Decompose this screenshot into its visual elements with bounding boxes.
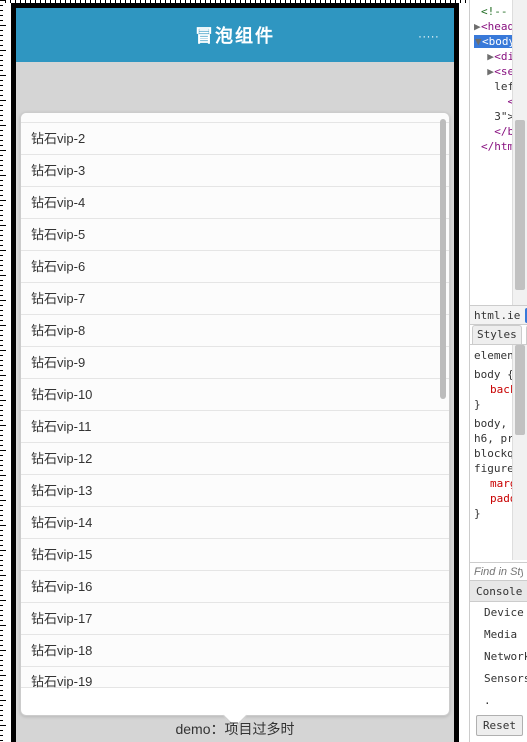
console-label: Console: [476, 585, 522, 598]
demo-caption-text: demo：项目过多时: [175, 719, 294, 739]
list-item[interactable]: 钻石vip-4: [21, 187, 449, 219]
breadcrumb-item[interactable]: html.ie: [470, 309, 524, 322]
dom-scrollbar[interactable]: [512, 0, 527, 305]
styles-scrollbar-thumb[interactable]: [515, 345, 525, 435]
list-item[interactable]: 钻石vip-6: [21, 251, 449, 283]
console-drawer-tab[interactable]: Console: [470, 580, 527, 602]
app-header: 冒泡组件 .....: [16, 8, 454, 62]
list-item[interactable]: 钻石vip-10: [21, 379, 449, 411]
list-item[interactable]: 钻石vip-18: [21, 635, 449, 667]
find-in-styles-input[interactable]: [470, 563, 527, 581]
devtools-panel: <!--▶<head▼<body ▶<di ▶<se left: <di 3">…: [469, 0, 527, 742]
list-item[interactable]: 钻石vip-15: [21, 539, 449, 571]
bubble-popup: 钻石vip-2钻石vip-3钻石vip-4钻石vip-5钻石vip-6钻石vip…: [20, 112, 450, 716]
dom-scrollbar-thumb[interactable]: [515, 120, 525, 290]
devtools-tabs: Styles Ev: [470, 325, 527, 345]
list-item[interactable]: 钻石vip-13: [21, 475, 449, 507]
popup-scrollbar[interactable]: [440, 119, 446, 709]
drawer-item[interactable]: Sensors .: [470, 668, 527, 690]
list-item[interactable]: 钻石vip-14: [21, 507, 449, 539]
header-title: 冒泡组件: [195, 22, 275, 48]
list-item[interactable]: 钻石vip-2: [21, 123, 449, 155]
more-icon[interactable]: .....: [419, 31, 440, 40]
device-frame: 冒泡组件 ..... 钻石vip-2钻石vip-3钻石vip-4钻石vip-5钻…: [11, 3, 459, 742]
tab-styles[interactable]: Styles: [472, 325, 522, 344]
list-item[interactable]: 钻石vip-3: [21, 155, 449, 187]
find-in-styles-row: [470, 562, 527, 580]
drawer-item[interactable]: Media: [470, 624, 527, 646]
reset-button[interactable]: Reset: [476, 715, 523, 736]
ruler-vertical: [0, 0, 3, 742]
list-item[interactable]: [21, 113, 449, 123]
drawer-item[interactable]: Network: [470, 646, 527, 668]
popup-list: 钻石vip-2钻石vip-3钻石vip-4钻石vip-5钻石vip-6钻石vip…: [21, 113, 449, 688]
list-item[interactable]: 钻石vip-5: [21, 219, 449, 251]
list-item[interactable]: 钻石vip-12: [21, 443, 449, 475]
styles-scrollbar[interactable]: [512, 345, 527, 560]
list-item[interactable]: 钻石vip-17: [21, 603, 449, 635]
demo-caption: demo：项目过多时: [16, 715, 454, 742]
list-item[interactable]: 钻石vip-9: [21, 347, 449, 379]
list-item[interactable]: 钻石vip-19: [21, 667, 449, 688]
drawer-item[interactable]: Device: [470, 602, 527, 624]
list-item[interactable]: 钻石vip-16: [21, 571, 449, 603]
breadcrumb[interactable]: html.ie b: [470, 305, 527, 325]
popup-scroll-area[interactable]: 钻石vip-2钻石vip-3钻石vip-4钻石vip-5钻石vip-6钻石vip…: [21, 113, 449, 715]
drawer-panel: DeviceMediaNetworkSensors . Reset: [470, 602, 527, 742]
styles-pane[interactable]: element.sbody {backgro}body, divh6, pre,…: [470, 345, 512, 580]
list-item[interactable]: 钻石vip-8: [21, 315, 449, 347]
list-item[interactable]: 钻石vip-11: [21, 411, 449, 443]
list-item[interactable]: 钻石vip-7: [21, 283, 449, 315]
popup-scrollbar-thumb[interactable]: [440, 119, 446, 399]
drawer-list: DeviceMediaNetworkSensors .: [470, 602, 527, 690]
